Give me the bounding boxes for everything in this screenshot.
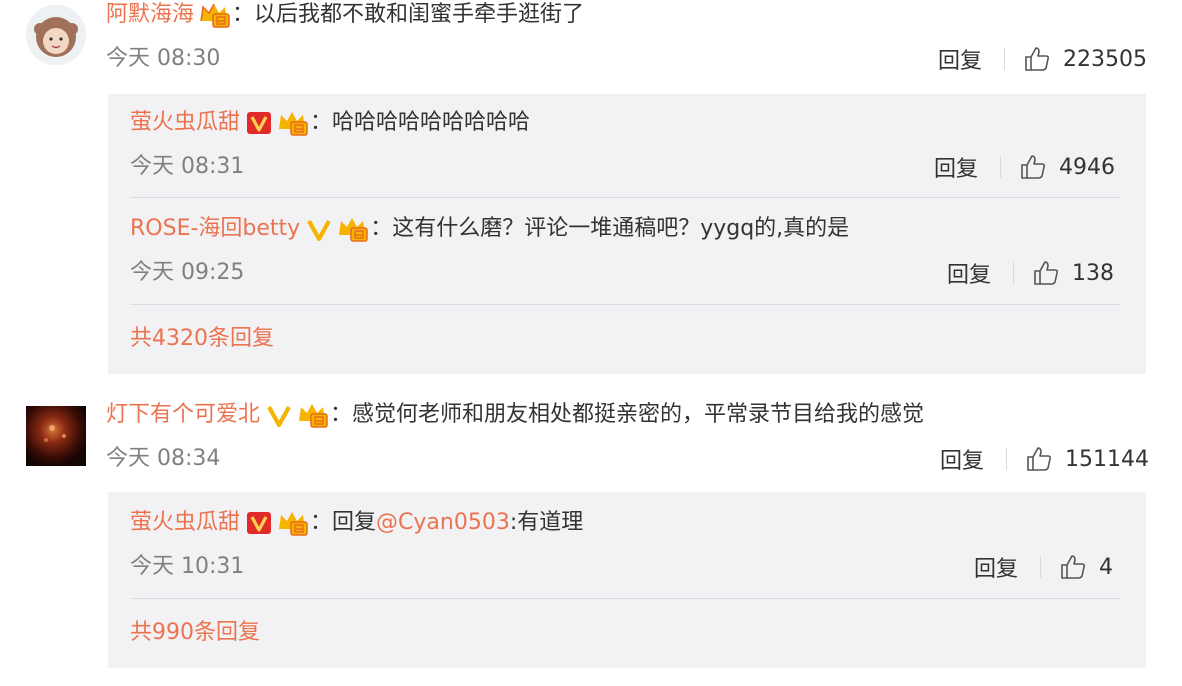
reply-time: 今天 08:31 — [130, 154, 245, 179]
vip-crown-icon — [198, 1, 232, 29]
colon-separator: ： — [310, 110, 333, 135]
more-replies-link[interactable]: 共4320条回复 — [130, 324, 274, 354]
vip-crown-icon — [276, 109, 310, 137]
reply-button[interactable]: 回复 — [974, 551, 1018, 583]
gold-v-badge-icon — [266, 402, 292, 428]
reply-actions: 回复 4 — [974, 551, 1114, 583]
red-v-badge-icon — [246, 510, 272, 536]
thumb-up-icon[interactable] — [1019, 153, 1047, 181]
reply-text: 回复 — [332, 510, 377, 535]
avatar-image — [26, 5, 86, 65]
like-count: 4 — [1099, 554, 1114, 580]
reply-text-after: :有道理 — [509, 510, 584, 535]
comment-header: 灯下有个可爱北 ： 感觉何老师和朋友相处都挺亲密的，平常录节目给我的感觉 — [106, 400, 924, 430]
action-divider — [1000, 156, 1002, 178]
action-divider — [1040, 556, 1042, 578]
thumb-up-icon[interactable] — [1023, 45, 1051, 73]
vip-crown-icon — [336, 215, 370, 243]
like-count: 4946 — [1059, 154, 1116, 180]
mention-link[interactable]: @Cyan0503 — [376, 508, 510, 538]
like-count: 223505 — [1063, 46, 1147, 72]
reply-text: 这有什么磨？评论一堆通稿吧？yygq的,真的是 — [392, 216, 850, 241]
username-link[interactable]: 萤火虫瓜甜 — [130, 508, 240, 538]
avatar[interactable] — [26, 5, 86, 65]
colon-separator: ： — [232, 2, 255, 27]
avatar[interactable] — [26, 406, 86, 466]
action-divider — [1004, 48, 1006, 70]
colon-separator: ： — [310, 510, 333, 535]
reply-divider — [130, 197, 1120, 198]
reply-time: 今天 10:31 — [130, 554, 245, 579]
reply-header: 萤火虫瓜甜 ： 哈哈哈哈哈哈哈哈哈 — [130, 108, 530, 138]
vip-crown-icon — [276, 509, 310, 537]
reply-button[interactable]: 回复 — [940, 443, 984, 475]
username-link[interactable]: 萤火虫瓜甜 — [130, 108, 240, 138]
username-link[interactable]: ROSE-海回betty — [130, 214, 300, 244]
thumb-up-icon[interactable] — [1032, 259, 1060, 287]
comment-time: 今天 08:34 — [106, 446, 221, 471]
reply-divider — [130, 598, 1120, 599]
colon-separator: ： — [330, 402, 353, 427]
reply-actions: 回复 4946 — [934, 151, 1116, 183]
more-replies-link[interactable]: 共990条回复 — [130, 618, 260, 648]
like-count: 138 — [1072, 260, 1115, 286]
reply-button[interactable]: 回复 — [947, 257, 991, 289]
reply-text: 哈哈哈哈哈哈哈哈哈 — [332, 110, 531, 135]
username-link[interactable]: 灯下有个可爱北 — [106, 400, 260, 430]
comment-actions: 回复 223505 — [938, 43, 1147, 75]
vip-crown-icon — [296, 401, 330, 429]
comment-actions: 回复 151144 — [940, 443, 1149, 475]
reply-time: 今天 09:25 — [130, 260, 245, 285]
red-v-badge-icon — [246, 110, 272, 136]
reply-header: ROSE-海回betty ： 这有什么磨？评论一堆通稿吧？yygq的,真的是 — [130, 214, 849, 244]
comment-text: 以后我都不敢和闺蜜手牵手逛街了 — [254, 2, 585, 27]
reply-header: 萤火虫瓜甜 ： 回复 @Cyan0503 :有道理 — [130, 508, 583, 538]
reply-divider — [130, 304, 1120, 305]
avatar-image — [26, 406, 86, 466]
username-link[interactable]: 阿默海海 — [106, 0, 194, 30]
action-divider — [1006, 448, 1008, 470]
comment-text: 感觉何老师和朋友相处都挺亲密的，平常录节目给我的感觉 — [352, 402, 925, 427]
reply-button[interactable]: 回复 — [938, 43, 982, 75]
thumb-up-icon[interactable] — [1059, 553, 1087, 581]
comment-item: 灯下有个可爱北 ： 感觉何老师和朋友相处都挺亲密的，平常录节目给我的感觉 今天 … — [0, 392, 1182, 686]
gold-v-badge-icon — [306, 216, 332, 242]
reply-actions: 回复 138 — [947, 257, 1115, 289]
action-divider — [1013, 262, 1015, 284]
reply-button[interactable]: 回复 — [934, 151, 978, 183]
comment-item: 阿默海海 ： 以后我都不敢和闺蜜手牵手逛街了 今天 08:30 回复 22350… — [0, 0, 1182, 374]
like-count: 151144 — [1065, 446, 1149, 472]
colon-separator: ： — [370, 216, 393, 241]
comment-header: 阿默海海 ： 以后我都不敢和闺蜜手牵手逛街了 — [106, 0, 584, 30]
thumb-up-icon[interactable] — [1025, 445, 1053, 473]
comment-time: 今天 08:30 — [106, 46, 221, 71]
